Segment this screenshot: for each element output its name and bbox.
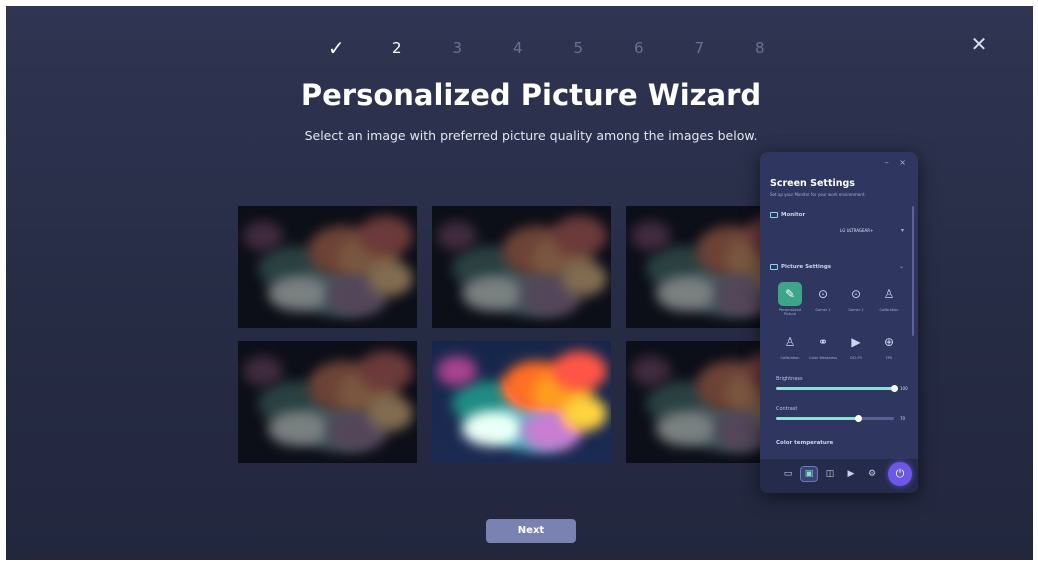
step-6: 6	[633, 39, 644, 57]
gamepad-icon: ⊙	[817, 287, 829, 301]
brightness-label: Brightness	[776, 376, 803, 382]
brightness-knob[interactable]	[890, 384, 898, 392]
split-screen-icon[interactable]: ◫	[822, 467, 838, 481]
step-8: 8	[754, 39, 765, 57]
close-icon[interactable]: ✕	[969, 34, 989, 54]
picture-mode-0[interactable]: ✎ Personalized Picture	[776, 282, 804, 316]
step-1: ✓	[327, 36, 345, 60]
picture-mode-label: Calibration	[879, 308, 899, 312]
palette-icon: ✎	[778, 282, 802, 306]
picture-icon[interactable]: ▣	[800, 466, 818, 482]
wizard-screen: ✓ 2 3 4 5 6 7 8 ✕ Personalized Picture Wizard S…	[6, 6, 1033, 560]
image-option-1[interactable]	[238, 206, 417, 328]
calibrate-icon: ♙	[784, 335, 796, 349]
page-title: Personalized Picture Wizard	[300, 78, 762, 112]
chevron-down-icon[interactable]: ▾	[901, 227, 904, 234]
crosshair-icon: ⊕	[883, 335, 895, 349]
picture-icon	[770, 264, 778, 270]
panel-scrollbar[interactable]	[912, 206, 914, 336]
gamepad-icon: ⊙	[850, 287, 862, 301]
picture-mode-4[interactable]: ♙ Calibration	[776, 330, 804, 360]
step-2: 2	[391, 39, 402, 57]
picture-mode-6[interactable]: ▶ DCI-P3	[842, 330, 870, 360]
brightness-fill	[776, 387, 894, 390]
gear-icon[interactable]: ⚙	[864, 467, 880, 481]
picture-mode-label: Personalized Picture	[778, 308, 802, 316]
panel-title: Screen Settings	[770, 178, 855, 189]
brightness-slider[interactable]	[776, 384, 898, 392]
contrast-slider[interactable]	[776, 414, 894, 422]
image-option-2[interactable]	[432, 206, 611, 328]
step-7: 7	[694, 39, 705, 57]
image-option-5[interactable]	[432, 341, 611, 463]
monitor-icon	[770, 212, 778, 218]
window-controls[interactable]: – ×	[885, 158, 910, 167]
panel-subtitle: Set up your Monitor for your work enviro…	[770, 192, 866, 197]
step-indicator: ✓ 2 3 4 5 6 7 8	[306, 36, 790, 60]
picture-mode-7[interactable]: ⊕ FPS	[875, 330, 903, 360]
next-button[interactable]: Next	[486, 519, 576, 543]
contrast-fill	[776, 417, 859, 420]
picture-mode-2[interactable]: ⊙ Gamer 2	[842, 282, 870, 312]
picture-mode-label: DCI-P3	[850, 356, 862, 360]
monitor-heading: Monitor	[770, 212, 805, 218]
monitor-settings-icon[interactable]: ▭	[780, 467, 796, 481]
screen-settings-panel: – × Screen Settings Set up your Monitor …	[760, 152, 918, 493]
picture-mode-label: Gamer 2	[848, 308, 864, 312]
step-4: 4	[512, 39, 523, 57]
calibrate-icon: ♙	[883, 287, 895, 301]
play-icon: ▶	[851, 335, 861, 349]
picture-mode-1[interactable]: ⊙ Gamer 1	[809, 282, 837, 312]
chevron-down-icon[interactable]: ⌄	[899, 263, 904, 270]
picture-mode-5[interactable]: ⚭ Color Weakness	[809, 330, 837, 360]
image-option-4[interactable]	[238, 341, 417, 463]
color-temperature-heading[interactable]: Color temperature	[776, 440, 833, 446]
picture-mode-label: Calibration	[780, 356, 800, 360]
contrast-value: 70	[900, 416, 906, 421]
step-5: 5	[573, 39, 584, 57]
picture-mode-label: Color Weakness	[809, 356, 837, 360]
color-weakness-icon: ⚭	[817, 335, 829, 349]
monitor-heading-label: Monitor	[781, 212, 806, 218]
image-grid	[238, 206, 805, 464]
input-icon[interactable]: ▶	[843, 467, 859, 481]
picture-settings-label: Picture Settings	[781, 264, 832, 270]
step-3: 3	[452, 39, 463, 57]
monitor-select[interactable]: LG ULTRAGEAR+	[840, 228, 873, 233]
picture-mode-label: FPS	[885, 356, 893, 360]
power-icon[interactable]: ⏻	[888, 462, 912, 486]
contrast-label: Contrast	[776, 406, 798, 412]
page-subtitle: Select an image with preferred picture q…	[304, 128, 758, 143]
picture-mode-3[interactable]: ♙ Calibration	[875, 282, 903, 312]
contrast-knob[interactable]	[855, 414, 863, 422]
picture-settings-heading[interactable]: Picture Settings	[770, 264, 831, 270]
picture-mode-label: Gamer 1	[815, 308, 831, 312]
brightness-value: 100	[900, 386, 908, 391]
